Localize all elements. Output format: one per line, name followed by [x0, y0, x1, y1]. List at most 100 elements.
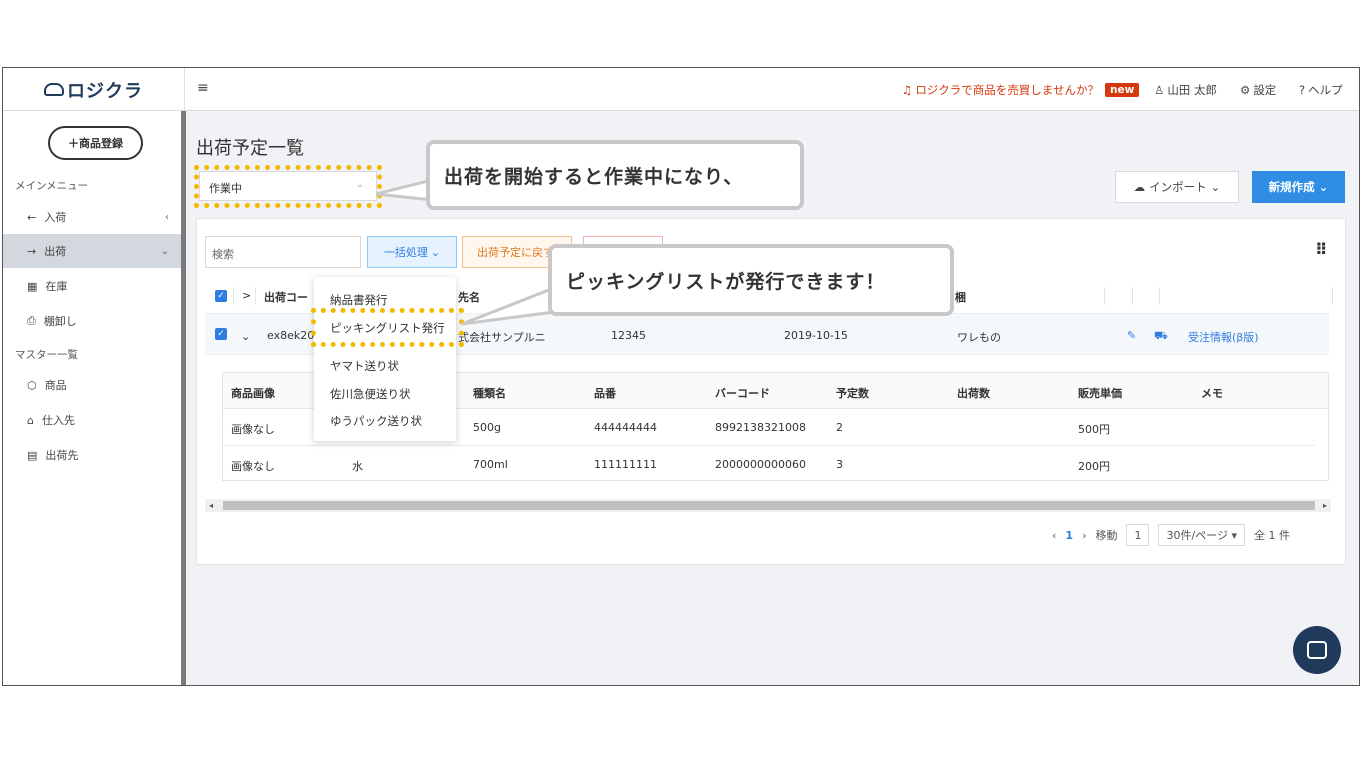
row-divider — [223, 445, 1315, 446]
chevron-down-icon: ⌄ — [160, 245, 169, 257]
user-menu[interactable]: ♙ 山田 太郎 — [1154, 82, 1217, 98]
row-checkbox[interactable]: ✓ — [215, 328, 227, 340]
cube-icon: ⬡ — [27, 378, 37, 392]
settings-link[interactable]: ⚙ 設定 — [1240, 82, 1276, 98]
scroll-left-icon[interactable]: ◂ — [209, 501, 213, 510]
bell-icon: ♫ — [902, 83, 913, 97]
highlight-status — [194, 165, 382, 208]
promo-link[interactable]: ♫ ロジクラで商品を売買しませんか？ new — [902, 82, 1140, 98]
sidebar-item-label: 棚卸し — [43, 315, 77, 328]
chevron-down-icon: ⌄ — [1210, 180, 1221, 194]
column-separator — [1159, 287, 1160, 305]
arrow-right-icon: → — [27, 244, 37, 258]
sub-header-sku: 品番 — [594, 387, 616, 400]
hamburger-icon[interactable]: ≡ — [197, 80, 209, 96]
sub-header-variant: 種類名 — [473, 387, 506, 400]
sidebar-item-suppliers[interactable]: ⌂ 仕入先 — [3, 403, 181, 437]
sub-cell-variant: 500g — [473, 421, 501, 434]
master-heading: マスター一覧 — [15, 349, 78, 361]
factory-icon: ⌂ — [27, 413, 34, 427]
search-input[interactable]: 検索 — [205, 236, 361, 268]
column-separator — [1332, 287, 1333, 305]
sub-header-memo: メモ — [1201, 387, 1223, 400]
sub-cell-price: 500円 — [1078, 423, 1110, 436]
sidebar-item-label: 入荷 — [44, 211, 67, 224]
user-icon: ♙ — [1154, 83, 1165, 97]
truck-icon[interactable]: ⛟ — [1154, 329, 1168, 344]
order-info-link[interactable]: 受注情報(β版) — [1188, 329, 1259, 345]
sub-cell-planned: 2 — [836, 421, 843, 434]
chevron-down-icon: ⌄ — [1318, 180, 1329, 194]
sidebar-item-stock[interactable]: ▦ 在庫 — [3, 269, 181, 303]
page-title: 出荷予定一覧 — [196, 138, 304, 159]
sub-header-planned: 予定数 — [836, 387, 869, 400]
help-icon: ? — [1299, 83, 1306, 97]
help-link[interactable]: ? ヘルプ — [1299, 82, 1343, 98]
zip-code: 12345 — [611, 329, 646, 342]
app-logo[interactable]: ロジクラ — [3, 68, 185, 111]
bulk-action-button[interactable]: 一括処理 ⌄ — [367, 236, 457, 268]
new-badge: new — [1104, 83, 1140, 97]
bulk-action-menu: 納品書発行 ピッキングリスト発行 ヤマト送り状 佐川急便送り状 ゆうパック送り状 — [314, 277, 456, 441]
pagination: ‹ 1 › 移動 1 30件/ページ ▾ 全 1 件 — [1052, 523, 1290, 547]
callout-pointer-2 — [461, 285, 556, 326]
menu-item-delivery-note[interactable]: 納品書発行 — [330, 292, 388, 308]
sidebar-item-inventory[interactable]: ⎙ 棚卸し — [3, 304, 181, 338]
new-label: 新規作成 — [1268, 180, 1315, 194]
promo-text: ロジクラで商品を売買しませんか？ — [915, 83, 1099, 97]
main-menu-heading: メインメニュー — [15, 180, 89, 192]
top-header: ロジクラ ≡ ♫ ロジクラで商品を売買しませんか？ new ♙ 山田 太郎 ⚙ … — [3, 68, 1359, 111]
next-page-icon[interactable]: › — [1082, 529, 1086, 542]
sidebar-item-destinations[interactable]: ▤ 出荷先 — [3, 438, 181, 472]
page-current[interactable]: 1 — [1065, 529, 1073, 542]
sidebar-item-label: 仕入先 — [41, 414, 75, 427]
grid-icon[interactable]: ⠿ — [1315, 240, 1328, 259]
sub-header-image: 商品画像 — [231, 387, 275, 400]
sidebar-item-label: 商品 — [44, 379, 67, 392]
chat-button[interactable] — [1293, 626, 1341, 674]
sub-cell-variant: 700ml — [473, 458, 508, 471]
scroll-right-icon[interactable]: ▸ — [1323, 501, 1327, 510]
column-separator — [233, 287, 234, 305]
sidebar-item-label: 出荷先 — [45, 449, 79, 462]
sub-header-price: 販売単価 — [1078, 387, 1122, 400]
add-product-button[interactable]: ＋商品登録 — [48, 126, 143, 160]
sub-cell-image: 画像なし — [231, 423, 275, 436]
sub-cell-name: 水 — [352, 460, 363, 473]
sidebar-item-label: 出荷 — [44, 245, 67, 258]
help-label: ヘルプ — [1308, 83, 1343, 97]
goto-label: 移動 — [1095, 529, 1118, 542]
sidebar-item-outbound[interactable]: → 出荷 ⌄ — [3, 234, 181, 268]
ship-date: 2019-10-15 — [784, 329, 848, 342]
sub-cell-sku: 444444444 — [594, 421, 657, 434]
chat-icon — [1307, 641, 1327, 659]
sub-cell-image: 画像なし — [231, 460, 275, 473]
cloud-icon — [44, 83, 64, 96]
menu-item-yamato[interactable]: ヤマト送り状 — [330, 358, 399, 374]
sub-header-shipped: 出荷数 — [957, 387, 990, 400]
select-all-checkbox[interactable]: ✓ — [215, 290, 227, 302]
scroll-thumb[interactable] — [223, 501, 1315, 510]
collapse-icon[interactable]: ⌄ — [241, 330, 250, 343]
sub-cell-barcode: 8992138321008 — [715, 421, 806, 434]
expand-icon[interactable]: > — [242, 289, 251, 302]
prev-page-icon[interactable]: ‹ — [1052, 529, 1056, 542]
sidebar-divider — [181, 111, 186, 685]
total-count: 全 1 件 — [1253, 529, 1290, 542]
per-page-select[interactable]: 30件/ページ ▾ — [1158, 524, 1245, 546]
sidebar-item-products[interactable]: ⬡ 商品 — [3, 368, 181, 402]
per-page-value: 30件/ページ — [1166, 529, 1228, 542]
menu-item-yupack[interactable]: ゆうパック送り状 — [330, 413, 422, 429]
new-button[interactable]: 新規作成 ⌄ — [1252, 171, 1345, 203]
header-code: 出荷コー — [264, 291, 308, 304]
menu-item-sagawa[interactable]: 佐川急便送り状 — [330, 386, 411, 402]
edit-icon[interactable]: ✎ — [1127, 329, 1136, 342]
sidebar-item-inbound[interactable]: ← 入荷 ‹ — [3, 200, 181, 234]
sub-cell-barcode: 2000000000060 — [715, 458, 806, 471]
callout-picking-list: ピッキングリストが発行できます！ — [548, 244, 954, 316]
logo-text: ロジクラ — [67, 80, 143, 102]
horizontal-scrollbar[interactable]: ◂ ▸ — [205, 499, 1331, 512]
goto-input[interactable]: 1 — [1126, 524, 1150, 546]
chevron-down-icon: ⌄ — [430, 245, 441, 259]
import-button[interactable]: ☁ インポート ⌄ — [1115, 171, 1239, 203]
